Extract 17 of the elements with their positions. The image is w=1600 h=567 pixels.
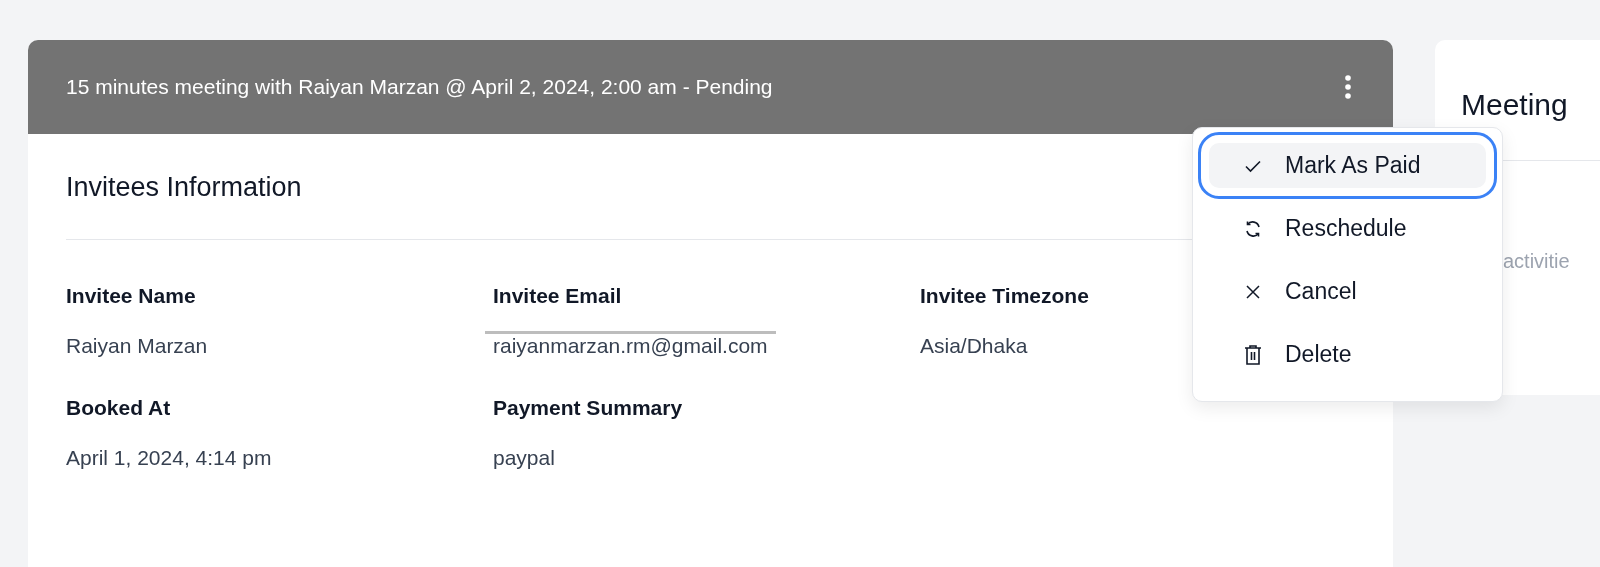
refresh-icon bbox=[1243, 218, 1263, 239]
field-label: Payment Summary bbox=[493, 396, 683, 420]
field-label: Invitee Timezone bbox=[920, 284, 1089, 308]
trash-icon bbox=[1243, 343, 1263, 366]
field-value: April 1, 2024, 4:14 pm bbox=[66, 446, 272, 470]
card-title: Meeting bbox=[1461, 88, 1568, 121]
meeting-title: 15 minutes meeting with Raiyan Marzan @ April 2, 2024, 2:00 am - Pending bbox=[66, 75, 773, 99]
field-value: Asia/Dhaka bbox=[920, 334, 1028, 358]
field-value: raiyanmarzan.rm@gmail.com bbox=[493, 334, 768, 358]
field-label: Invitee Name bbox=[66, 284, 196, 308]
field-value: Raiyan Marzan bbox=[66, 334, 208, 358]
menu-item[interactable]: Delete bbox=[1209, 332, 1486, 377]
empty-text: activitie bbox=[1503, 250, 1570, 272]
field-label: Invitee Email bbox=[493, 284, 622, 308]
field-label: Booked At bbox=[66, 396, 171, 420]
field-value: paypal bbox=[493, 446, 555, 470]
menu-item[interactable]: Cancel bbox=[1209, 269, 1486, 314]
